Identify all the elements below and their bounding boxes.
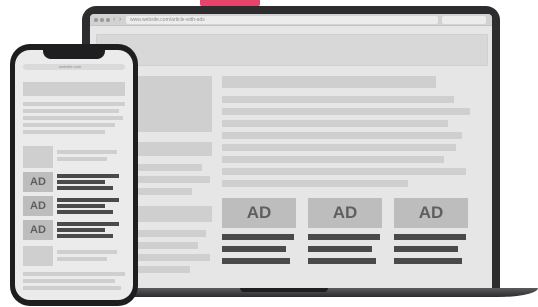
sidebar-line bbox=[130, 164, 202, 171]
phone-ad-caption bbox=[57, 234, 113, 238]
sidebar-line bbox=[130, 230, 206, 237]
phone-ad-caption bbox=[57, 180, 105, 184]
ad-caption-line bbox=[222, 258, 290, 264]
browser-search-field[interactable] bbox=[442, 16, 486, 24]
phone-screen: website.com AD AD AD bbox=[15, 50, 133, 300]
article-line bbox=[222, 180, 408, 187]
phone-ad-caption bbox=[57, 222, 119, 226]
article-line bbox=[222, 108, 470, 115]
browser-toolbar: ‹ › www.website.com/article-with-ads bbox=[90, 14, 492, 26]
chevron-right-icon[interactable]: › bbox=[119, 16, 126, 23]
phone-text-line bbox=[23, 116, 123, 120]
laptop-ad-3[interactable]: AD bbox=[394, 198, 468, 228]
article-heading bbox=[222, 76, 436, 88]
phone-text-line bbox=[23, 130, 105, 134]
article-line bbox=[222, 96, 454, 103]
phone-text-line bbox=[23, 102, 125, 106]
phone-notch bbox=[43, 49, 105, 59]
laptop-ad-2[interactable]: AD bbox=[308, 198, 382, 228]
phone-ad-2[interactable]: AD bbox=[23, 196, 53, 216]
laptop-screen: ‹ › www.website.com/article-with-ads AD … bbox=[90, 14, 492, 288]
ad-caption-line bbox=[222, 246, 286, 252]
ad-caption-line bbox=[394, 246, 458, 252]
phone-text-line bbox=[57, 150, 117, 154]
phone-ad-caption bbox=[57, 210, 113, 214]
sidebar-line bbox=[130, 188, 192, 195]
header-banner bbox=[96, 34, 488, 66]
phone-thumbnail bbox=[23, 146, 53, 168]
phone-ad-caption bbox=[57, 174, 119, 178]
ad-caption-line bbox=[394, 258, 462, 264]
phone-text-line bbox=[23, 123, 115, 127]
phone-ad-3[interactable]: AD bbox=[23, 220, 53, 240]
phone-ad-caption bbox=[57, 204, 105, 208]
window-dot-close[interactable] bbox=[94, 18, 98, 22]
article-line bbox=[222, 144, 456, 151]
phone-text-line bbox=[57, 157, 107, 161]
phone-header-block bbox=[23, 82, 125, 96]
laptop-ad-1[interactable]: AD bbox=[222, 198, 296, 228]
article-line bbox=[222, 120, 448, 127]
phone-ad-caption bbox=[57, 186, 113, 190]
article-line bbox=[222, 156, 444, 163]
phone-text-line bbox=[57, 250, 117, 254]
phone-ad-caption bbox=[57, 228, 105, 232]
ad-caption-line bbox=[394, 234, 466, 240]
sidebar-line bbox=[130, 266, 190, 273]
phone-text-line bbox=[23, 279, 115, 283]
ad-caption-line bbox=[308, 246, 372, 252]
address-bar[interactable]: www.website.com/article-with-ads bbox=[126, 16, 438, 24]
article-line bbox=[222, 132, 462, 139]
sidebar-block bbox=[130, 206, 212, 222]
sidebar-image bbox=[130, 76, 212, 132]
phone-address-bar[interactable]: website.com bbox=[23, 64, 125, 70]
phone-text-line bbox=[23, 109, 119, 113]
ad-caption-line bbox=[222, 234, 294, 240]
phone-address-text: website.com bbox=[59, 64, 82, 69]
sidebar-line bbox=[130, 254, 210, 261]
ad-caption-line bbox=[308, 234, 380, 240]
sidebar-line bbox=[130, 242, 198, 249]
phone-ad-caption bbox=[57, 198, 119, 202]
sidebar-line bbox=[130, 176, 210, 183]
window-dot-maximize[interactable] bbox=[106, 18, 110, 22]
sidebar-block bbox=[130, 142, 212, 156]
phone-ad-1[interactable]: AD bbox=[23, 172, 53, 192]
phone-text-line bbox=[57, 257, 107, 261]
address-bar-text: www.website.com/article-with-ads bbox=[130, 17, 205, 23]
phone-thumbnail bbox=[23, 246, 53, 266]
ad-caption-line bbox=[308, 258, 376, 264]
phone-text-line bbox=[23, 286, 121, 290]
window-dot-minimize[interactable] bbox=[100, 18, 104, 22]
article-line bbox=[222, 168, 466, 175]
phone-text-line bbox=[23, 272, 125, 276]
laptop-hinge-notch bbox=[240, 288, 328, 292]
